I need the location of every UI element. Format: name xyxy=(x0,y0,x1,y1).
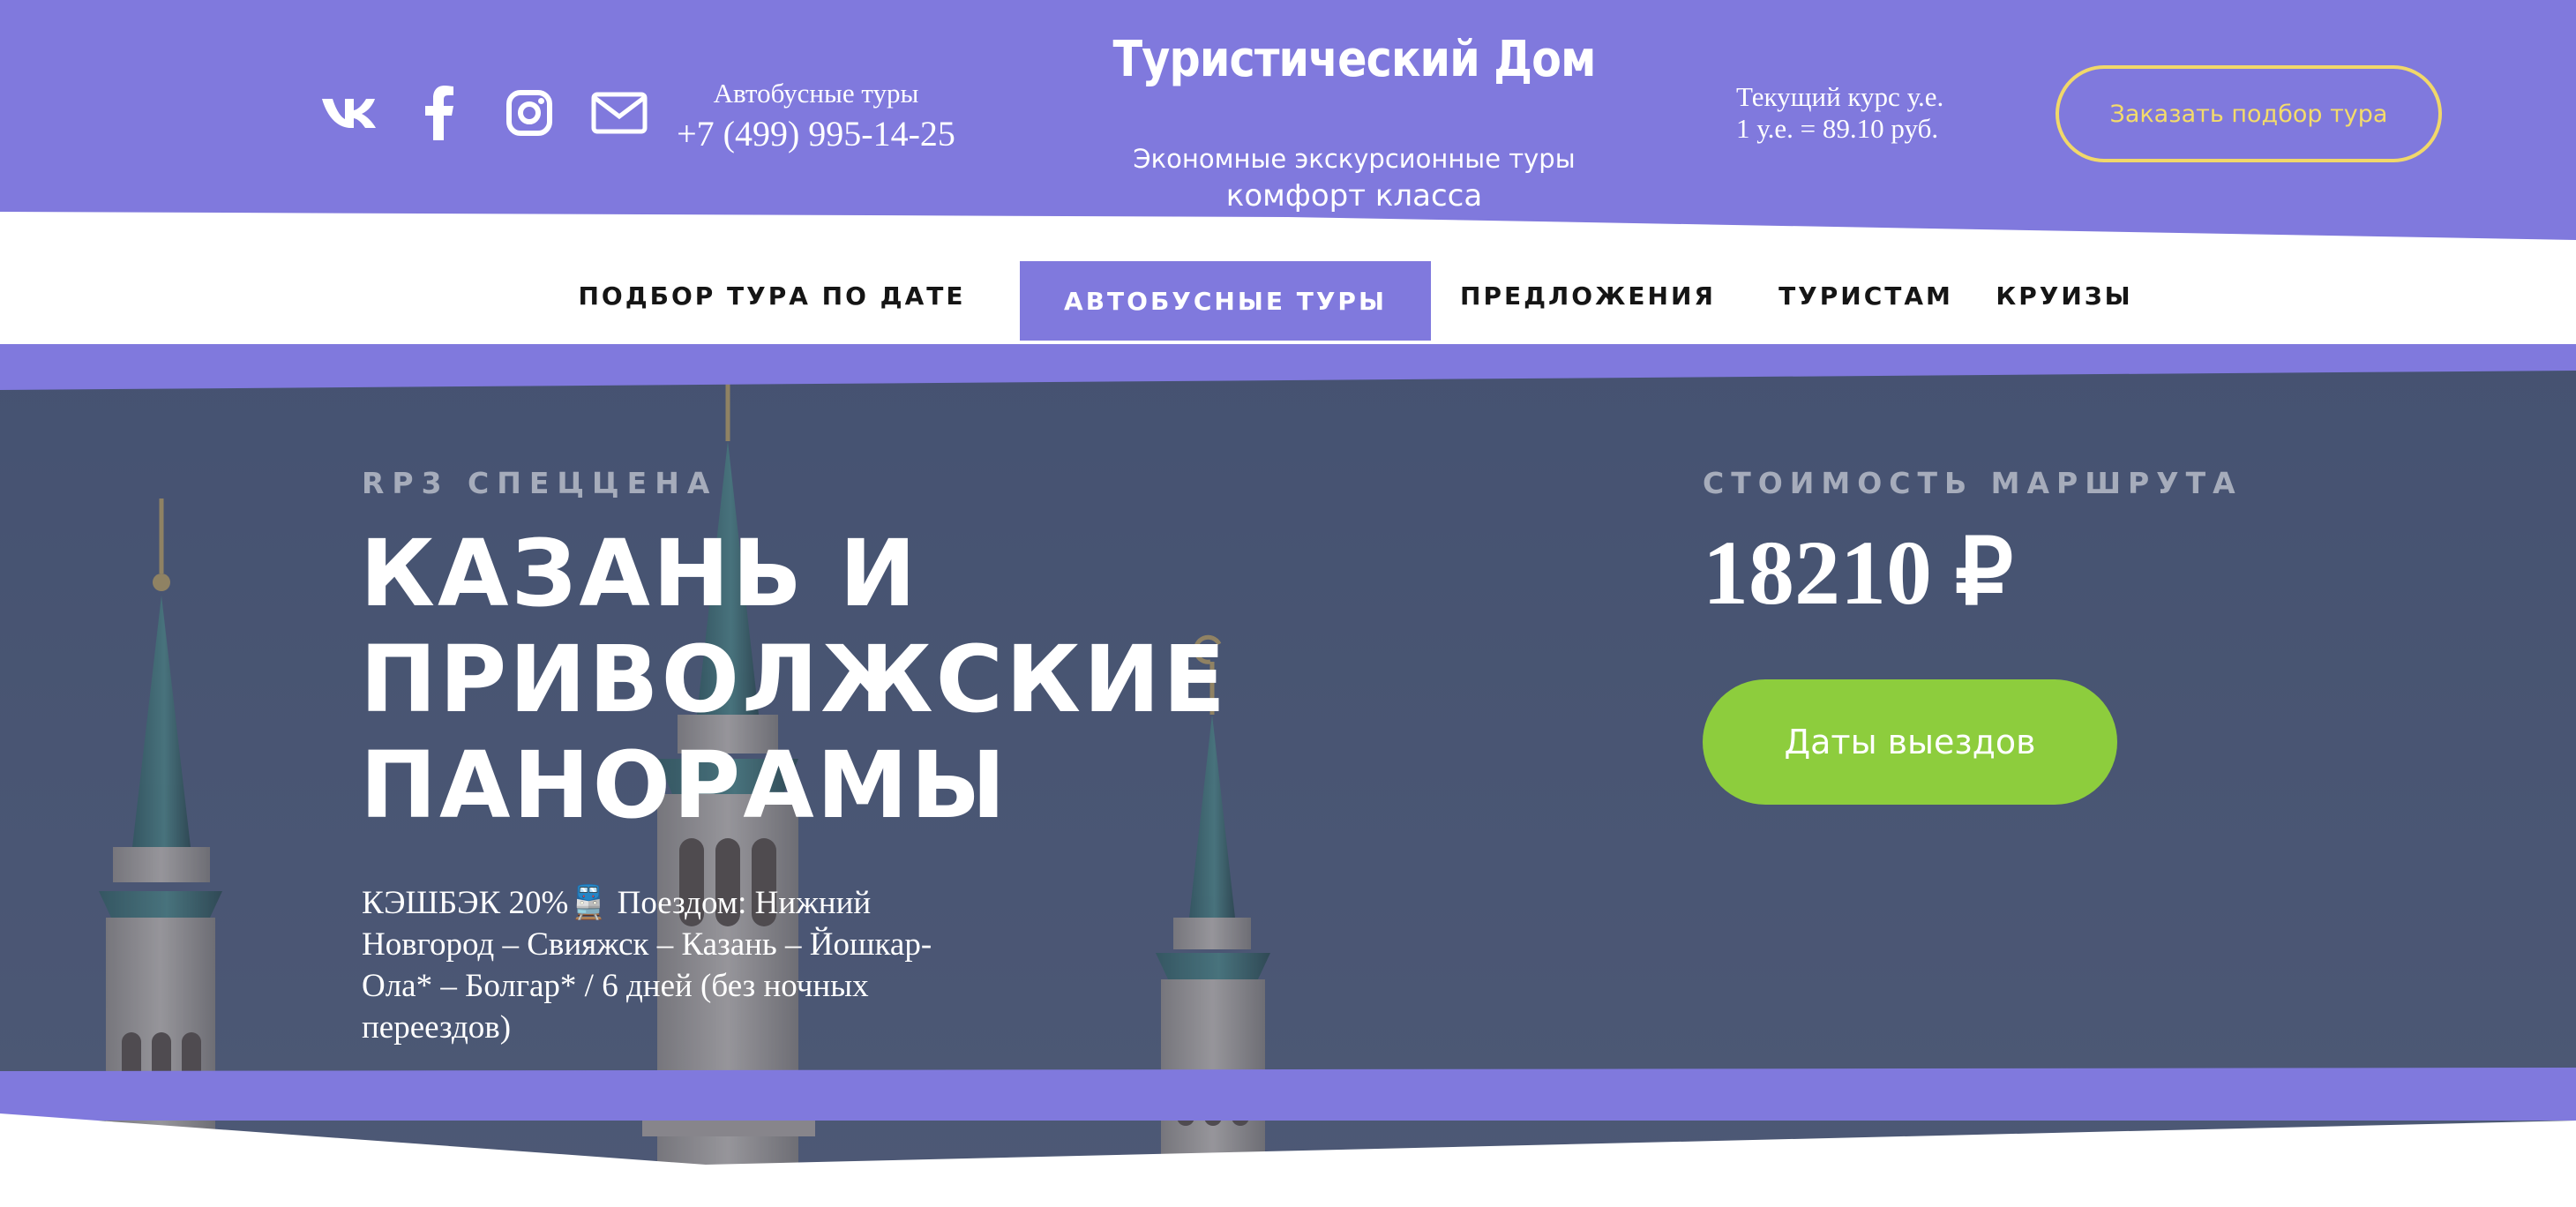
instagram-icon[interactable] xyxy=(498,81,561,145)
phone-block: Автобусные туры +7 (499) 995-14-25 xyxy=(670,76,962,157)
hero-subtitle: RP3 СПЕЦЦЕНА xyxy=(362,466,718,500)
nav-item-cruises[interactable]: КРУИЗЫ xyxy=(1994,256,2135,335)
exchange-rate: Текущий курс у.е. 1 у.е. = 89.10 руб. xyxy=(1736,81,2001,145)
brand: Туристический Дом Экономные экскурсионны… xyxy=(1032,25,1676,215)
nav-item-for-tourists[interactable]: ТУРИСТАМ xyxy=(1764,256,1967,335)
exchange-rate-value: 1 у.е. = 89.10 руб. xyxy=(1736,113,1939,144)
site-tagline-line1: Экономные экскурсионные туры xyxy=(1133,144,1576,174)
vk-icon[interactable] xyxy=(318,81,381,145)
site-tagline-line2: комфорт класса xyxy=(1225,178,1483,214)
price-label: СТОИМОСТЬ МАРШРУТА xyxy=(1703,466,2243,500)
nav-item-bus-tours[interactable]: АВТОБУСНЫЕ ТУРЫ xyxy=(1020,261,1431,341)
nav-item-tour-by-date[interactable]: ПОДБОР ТУРА ПО ДАТЕ xyxy=(565,256,979,335)
nav-item-offers[interactable]: ПРЕДЛОЖЕНИЯ xyxy=(1456,256,1720,335)
phone-label: Автобусные туры xyxy=(713,78,919,109)
departure-dates-button[interactable]: Даты выездов xyxy=(1703,679,2117,805)
mail-icon[interactable] xyxy=(588,81,651,145)
social-links xyxy=(318,81,651,145)
site-title[interactable]: Туристический Дом xyxy=(1071,25,1637,95)
price-value: 18210 ₽ xyxy=(1703,522,2014,624)
hero-description: КЭШБЭК 20%🚆 Поездом: Нижний Новгород – С… xyxy=(362,885,932,1046)
hero-section: RP3 СПЕЦЦЕНА КАЗАНЬ И ПРИВОЛЖСКИЕ ПАНОРА… xyxy=(0,344,2576,1207)
hero-title: КАЗАНЬ И ПРИВОЛЖСКИЕ ПАНОРАМЫ xyxy=(360,520,1229,839)
order-tour-button[interactable]: Заказать подбор тура xyxy=(2056,65,2442,162)
site-header: Автобусные туры +7 (499) 995-14-25 Турис… xyxy=(0,0,2576,256)
facebook-icon[interactable] xyxy=(408,81,471,145)
phone-number-link[interactable]: +7 (499) 995-14-25 xyxy=(670,111,962,157)
exchange-rate-label: Текущий курс у.е. xyxy=(1736,81,1944,112)
main-nav: ПОДБОР ТУРА ПО ДАТЕ АВТОБУСНЫЕ ТУРЫ ПРЕД… xyxy=(0,256,2576,344)
page: Автобусные туры +7 (499) 995-14-25 Турис… xyxy=(0,0,2576,1207)
